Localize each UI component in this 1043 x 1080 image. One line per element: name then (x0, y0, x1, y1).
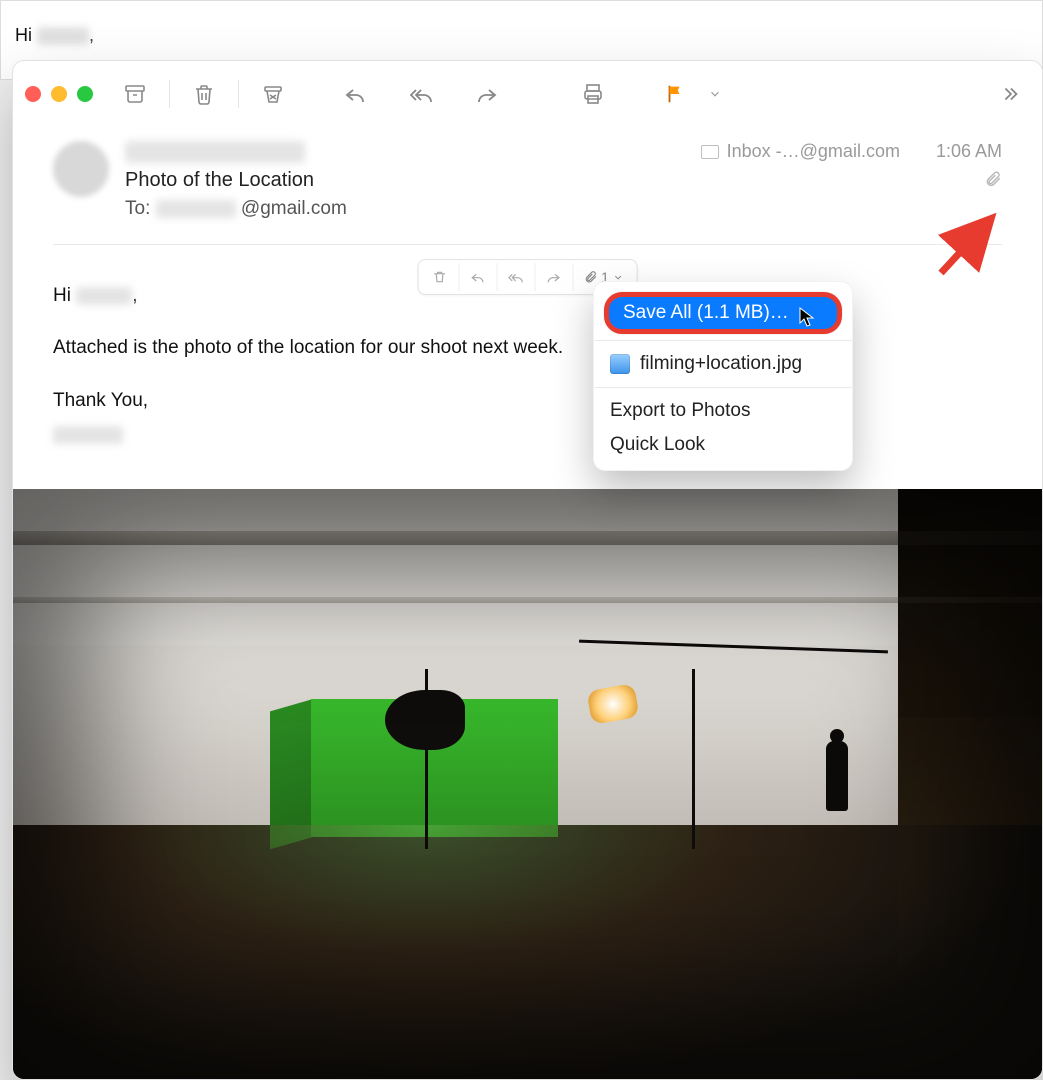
recipients-row: To: @gmail.com (125, 198, 685, 220)
trash-icon (432, 269, 448, 285)
menu-quick-look[interactable]: Quick Look (594, 428, 852, 462)
reply-icon (470, 269, 486, 285)
delete-button[interactable] (184, 74, 224, 114)
reply-all-button[interactable] (401, 74, 441, 114)
menu-export-photos[interactable]: Export to Photos (594, 394, 852, 428)
message-time: 1:06 AM (936, 141, 1002, 162)
inline-reply-all-button[interactable] (497, 263, 535, 291)
trash-icon (192, 82, 216, 106)
reply-all-icon (409, 82, 433, 106)
paperclip-icon (583, 270, 597, 284)
forward-button[interactable] (467, 74, 507, 114)
archive-icon (123, 82, 147, 106)
mailbox-icon (701, 145, 719, 159)
traffic-lights (25, 86, 93, 102)
sender-name[interactable] (125, 141, 305, 163)
message-subject: Photo of the Location (125, 169, 685, 192)
mailbox-label: Inbox -…@gmail.com (727, 141, 900, 162)
menu-save-all-label: Save All (1.1 MB)… (623, 302, 789, 324)
attachment-image-preview[interactable] (13, 489, 1042, 1080)
minimize-window-button[interactable] (51, 86, 67, 102)
recipient-name-redacted (156, 200, 236, 218)
body-name-redacted (76, 287, 132, 305)
paperclip-icon (984, 170, 1002, 188)
recipient-domain: @gmail.com (241, 198, 347, 219)
image-file-icon (610, 354, 630, 374)
junk-icon (261, 82, 285, 106)
inline-forward-button[interactable] (535, 263, 573, 291)
message-header: Photo of the Location To: @gmail.com Inb… (13, 127, 1042, 230)
menu-quicklook-label: Quick Look (610, 434, 705, 456)
junk-button[interactable] (253, 74, 293, 114)
toolbar-overflow-button[interactable] (990, 74, 1030, 114)
sender-avatar[interactable] (53, 141, 109, 197)
flag-icon (664, 83, 686, 105)
chevron-down-icon (708, 87, 722, 101)
reply-button[interactable] (335, 74, 375, 114)
annotation-arrow (933, 211, 1003, 281)
reply-icon (343, 82, 367, 106)
inline-delete-button[interactable] (421, 263, 459, 291)
menu-save-all[interactable]: Save All (1.1 MB)… (604, 292, 842, 334)
print-icon (581, 82, 605, 106)
menu-export-label: Export to Photos (610, 400, 750, 422)
inline-reply-button[interactable] (459, 263, 497, 291)
mailbox-indicator[interactable]: Inbox -…@gmail.com 1:06 AM (701, 141, 1002, 162)
reply-all-icon (508, 269, 524, 285)
mail-message-window: Photo of the Location To: @gmail.com Inb… (12, 60, 1043, 1080)
attachment-dropdown-menu: Save All (1.1 MB)… filming+location.jpg … (593, 281, 853, 471)
body-signature-redacted (53, 426, 123, 444)
has-attachment-indicator (701, 170, 1002, 188)
archive-button[interactable] (115, 74, 155, 114)
chevron-double-right-icon (999, 83, 1021, 105)
forward-icon (546, 269, 562, 285)
bg-greeting: Hi , (15, 25, 94, 45)
flag-button[interactable] (655, 74, 695, 114)
menu-file-item[interactable]: filming+location.jpg (594, 347, 852, 381)
cursor-icon (799, 307, 815, 327)
body-line: Attached is the photo of the location fo… (53, 333, 1002, 363)
zoom-window-button[interactable] (77, 86, 93, 102)
menu-file-label: filming+location.jpg (640, 353, 802, 375)
close-window-button[interactable] (25, 86, 41, 102)
flag-menu-button[interactable] (703, 74, 727, 114)
to-label: To: (125, 198, 156, 219)
body-signoff: Thank You, (53, 386, 1002, 416)
forward-icon (475, 82, 499, 106)
print-button[interactable] (573, 74, 613, 114)
window-toolbar (13, 61, 1042, 127)
